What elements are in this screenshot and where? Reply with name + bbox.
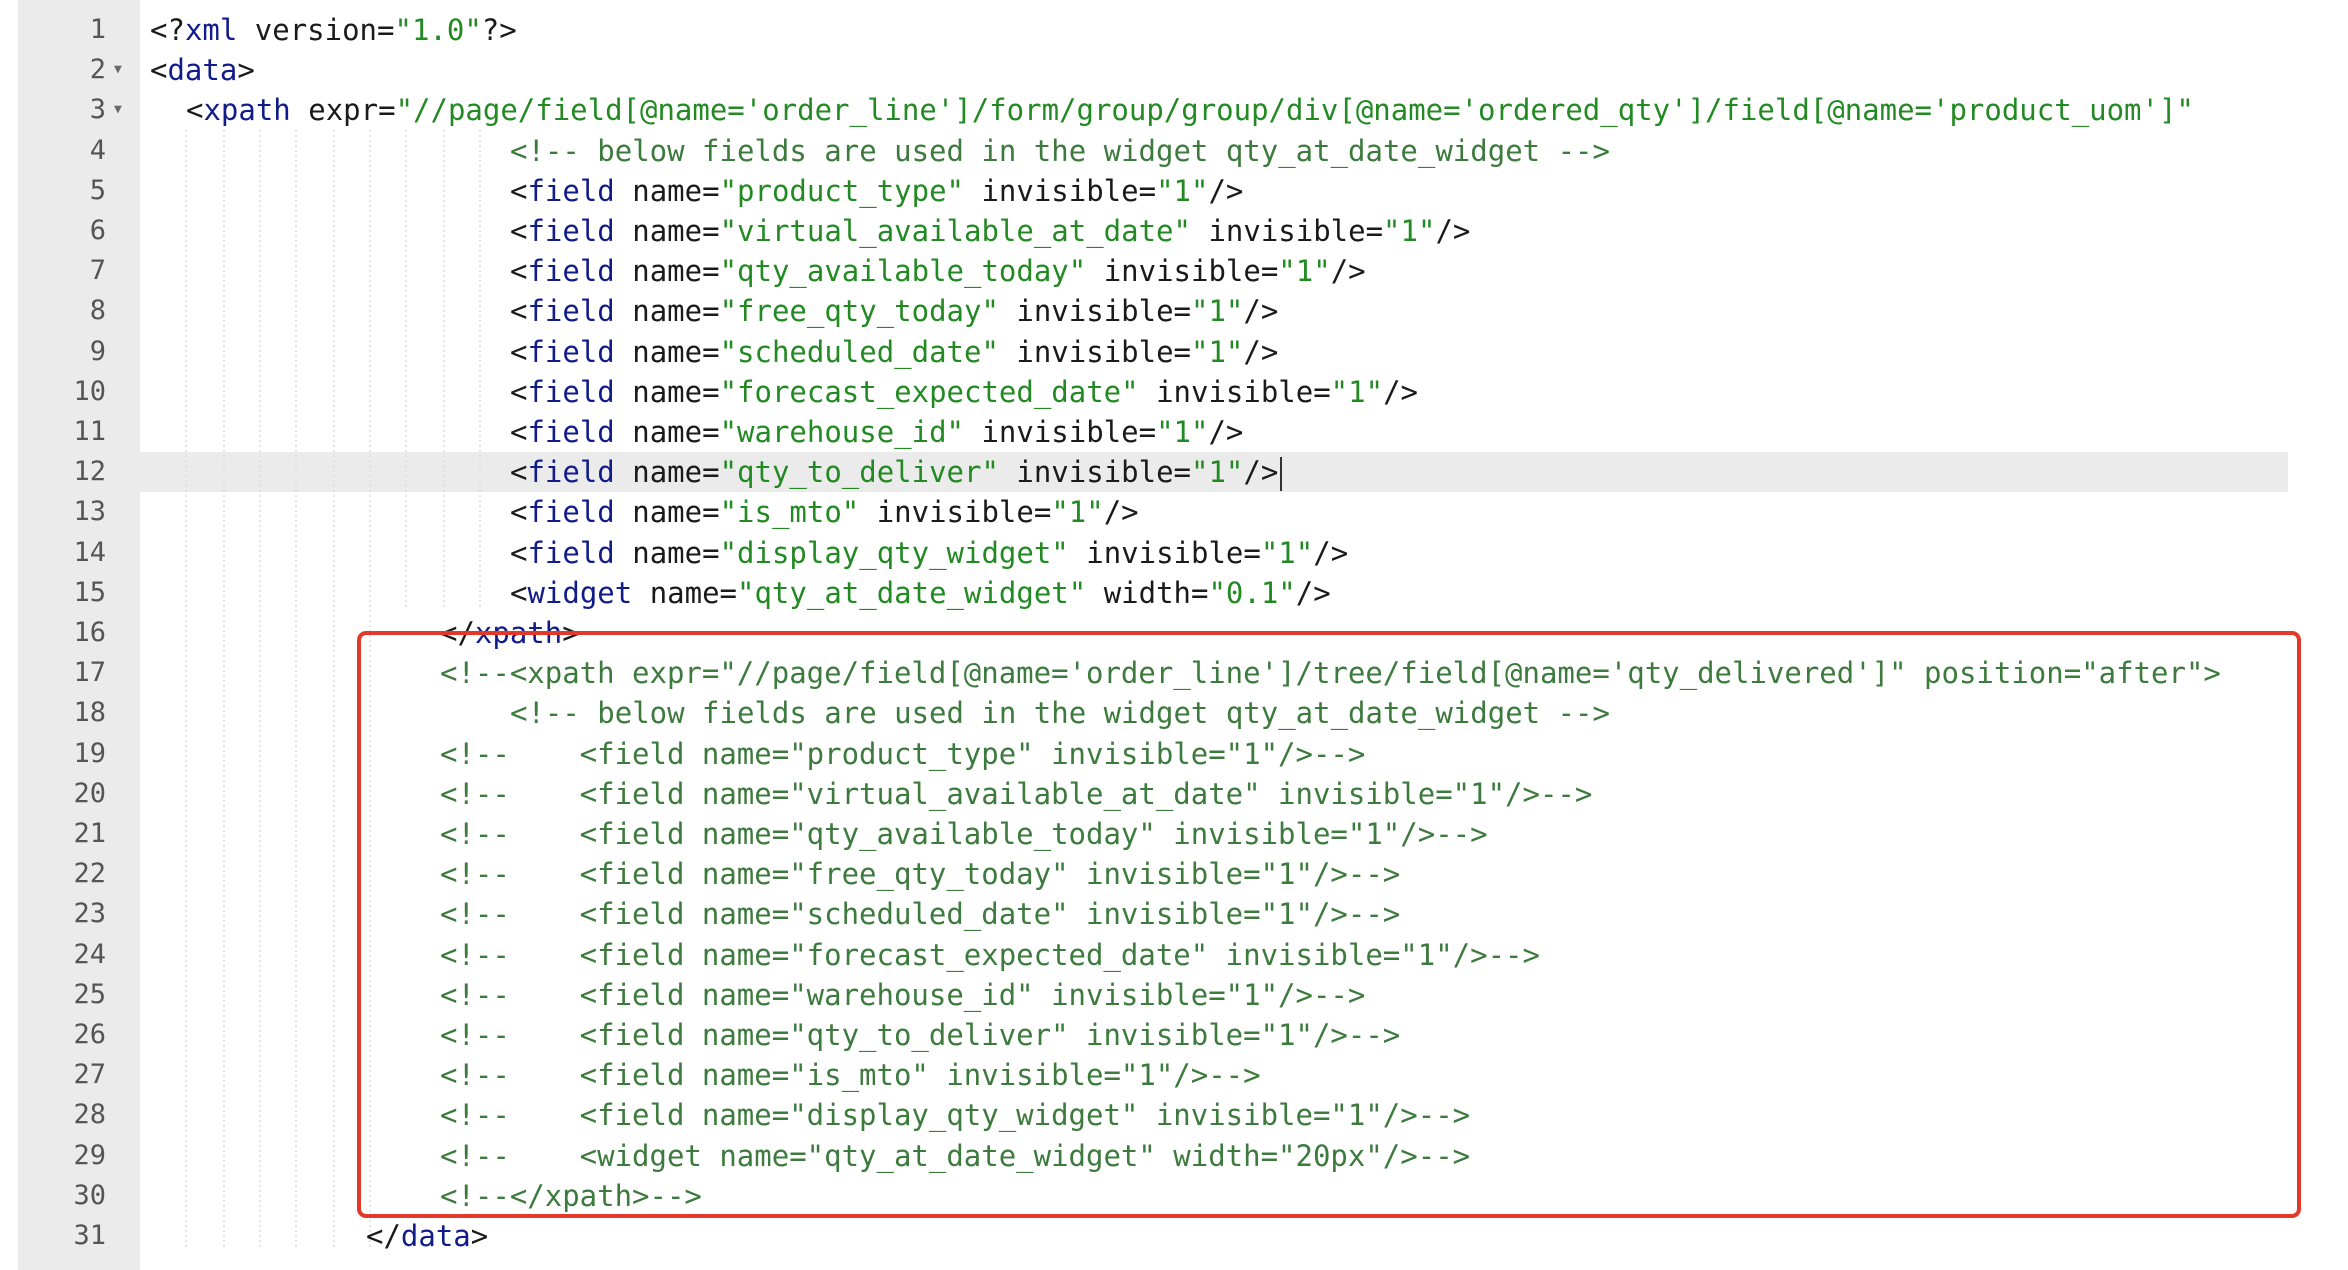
line-number: 29 [73,1139,106,1171]
code-text[interactable]: <field name="virtual_available_at_date" … [510,211,1470,251]
line-number: 8 [89,295,106,327]
code-text[interactable]: <xpath expr="//page/field[@name='order_l… [186,90,2194,130]
code-text[interactable]: <field name="scheduled_date" invisible="… [510,332,1278,372]
line-number: 26 [73,1019,106,1050]
code-line[interactable]: 11 <field name="warehouse_id" invisible="… [0,412,2348,452]
line-number: 10 [73,375,106,407]
code-line[interactable]: 3 ▼ <xpath expr="//page/field[@name='order… [0,90,2348,130]
line-number: 19 [73,737,106,769]
text-cursor [1280,457,1283,492]
line-number: 30 [73,1179,106,1211]
line-number: 31 [73,1220,106,1251]
line-number: 27 [73,1059,106,1091]
code-line[interactable]: 10 <field name="forecast_expected_date" i… [0,372,2348,412]
code-text[interactable]: <widget name="qty_at_date_widget" width=… [510,573,1331,613]
line-number: 17 [73,657,106,689]
line-number: 9 [89,335,106,367]
code-line[interactable]: 9 <field name="scheduled_date" invisible=… [0,332,2348,372]
code-line[interactable]: 31 </data> [0,1216,2348,1256]
line-number: 3 [89,94,106,126]
line-number: 20 [73,777,106,809]
code-line[interactable]: 8 <field name="free_qty_today" invisible=… [0,291,2348,331]
line-number: 28 [73,1099,106,1131]
code-line[interactable]: 4 <!-- below fields are used in the widge… [0,131,2348,171]
code-line[interactable]: 6 <field name="virtual_available_at_date"… [0,211,2348,251]
code-text[interactable]: <field name="qty_to_deliver" invisible="… [510,452,1283,492]
code-text[interactable]: <data> [150,50,255,90]
line-number: 13 [73,496,106,528]
code-line[interactable]: 14 <field name="display_qty_widget" invis… [0,533,2348,573]
line-number: 21 [73,818,106,849]
code-text[interactable]: <!-- below fields are used in the widget… [510,131,1610,171]
line-number: 1 [89,14,106,45]
line-number: 12 [73,456,106,488]
code-text[interactable]: </data> [366,1216,488,1256]
line-number: 24 [73,938,106,970]
line-number: 6 [89,215,106,246]
line-number: 18 [73,697,106,729]
code-text[interactable]: <field name="forecast_expected_date" inv… [510,372,1418,412]
code-line[interactable]: 13 <field name="is_mto" invisible="1"/> [0,492,2348,532]
code-text[interactable]: <?xml version="1.0"?> [150,10,517,50]
line-number: 22 [73,858,106,890]
line-number: 15 [73,576,106,608]
code-line[interactable]: 7 <field name="qty_available_today" invis… [0,251,2348,291]
line-number: 4 [89,134,106,166]
fold-toggle-icon[interactable]: ▼ [114,90,122,130]
line-number: 11 [73,416,106,447]
code-text[interactable]: <field name="free_qty_today" invisible="… [510,291,1278,331]
code-line[interactable]: 2 ▼ <data> [0,50,2348,90]
line-number: 7 [89,255,106,287]
line-number: 2 [89,54,106,86]
line-number: 16 [73,617,106,648]
code-line[interactable]: 15 <widget name="qty_at_date_widget" widt… [0,573,2348,613]
code-text[interactable]: <field name="qty_available_today" invisi… [510,251,1366,291]
red-annotation-box [357,631,2301,1218]
fold-toggle-icon[interactable]: ▼ [114,50,122,90]
line-number: 14 [73,536,106,568]
code-text[interactable]: <field name="is_mto" invisible="1"/> [510,492,1139,532]
line-number: 25 [73,978,106,1010]
code-text[interactable]: <field name="product_type" invisible="1"… [510,171,1243,211]
code-line[interactable]: 12 <field name="qty_to_deliver" invisible… [0,452,2348,492]
code-text[interactable]: <field name="display_qty_widget" invisib… [510,533,1348,573]
code-text[interactable]: <field name="warehouse_id" invisible="1"… [510,412,1243,452]
line-number: 5 [89,174,106,206]
code-line[interactable]: 1 <?xml version="1.0"?> [0,10,2348,50]
line-number: 23 [73,898,106,930]
code-line[interactable]: 5 <field name="product_type" invisible="1… [0,171,2348,211]
